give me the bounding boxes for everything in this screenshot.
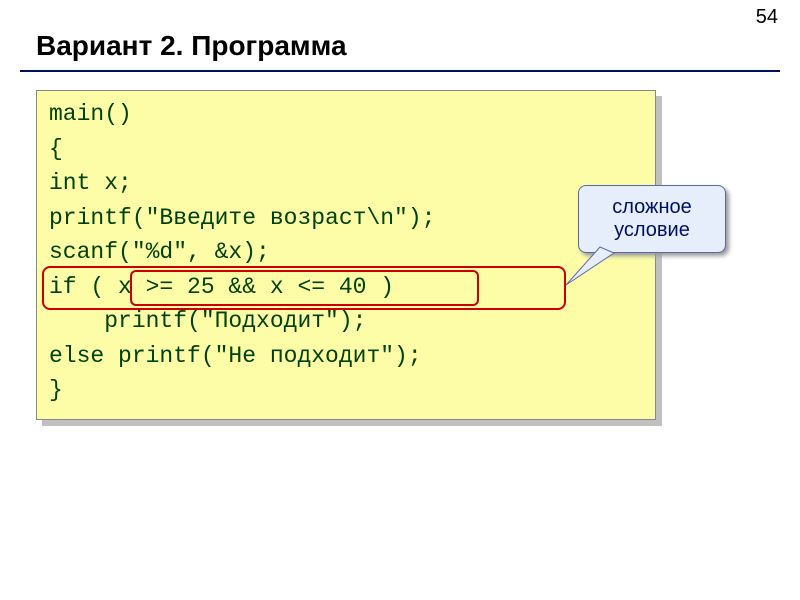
callout-text-line1: сложное [612, 196, 691, 218]
code-line: } [49, 373, 643, 408]
callout-text-line2: условие [614, 219, 690, 241]
code-line: if ( x >= 25 && x <= 40 ) [49, 270, 643, 305]
callout-bubble: сложное условие [578, 185, 726, 253]
slide-title: Вариант 2. Программа [36, 30, 347, 62]
code-line: main() [49, 97, 643, 132]
slide: 54 Вариант 2. Программа main() { int x; … [0, 0, 800, 600]
code-box: main() { int x; printf("Введите возраст\… [36, 90, 656, 420]
title-rule [20, 70, 780, 72]
code-line: int x; [49, 166, 643, 201]
code-line: printf("Подходит"); [49, 304, 643, 339]
code-line: { [49, 132, 643, 167]
page-number: 54 [756, 6, 778, 29]
code-line: else printf("Не подходит"); [49, 339, 643, 374]
code-line: scanf("%d", &x); [49, 235, 643, 270]
code-line: printf("Введите возраст\n"); [49, 201, 643, 236]
